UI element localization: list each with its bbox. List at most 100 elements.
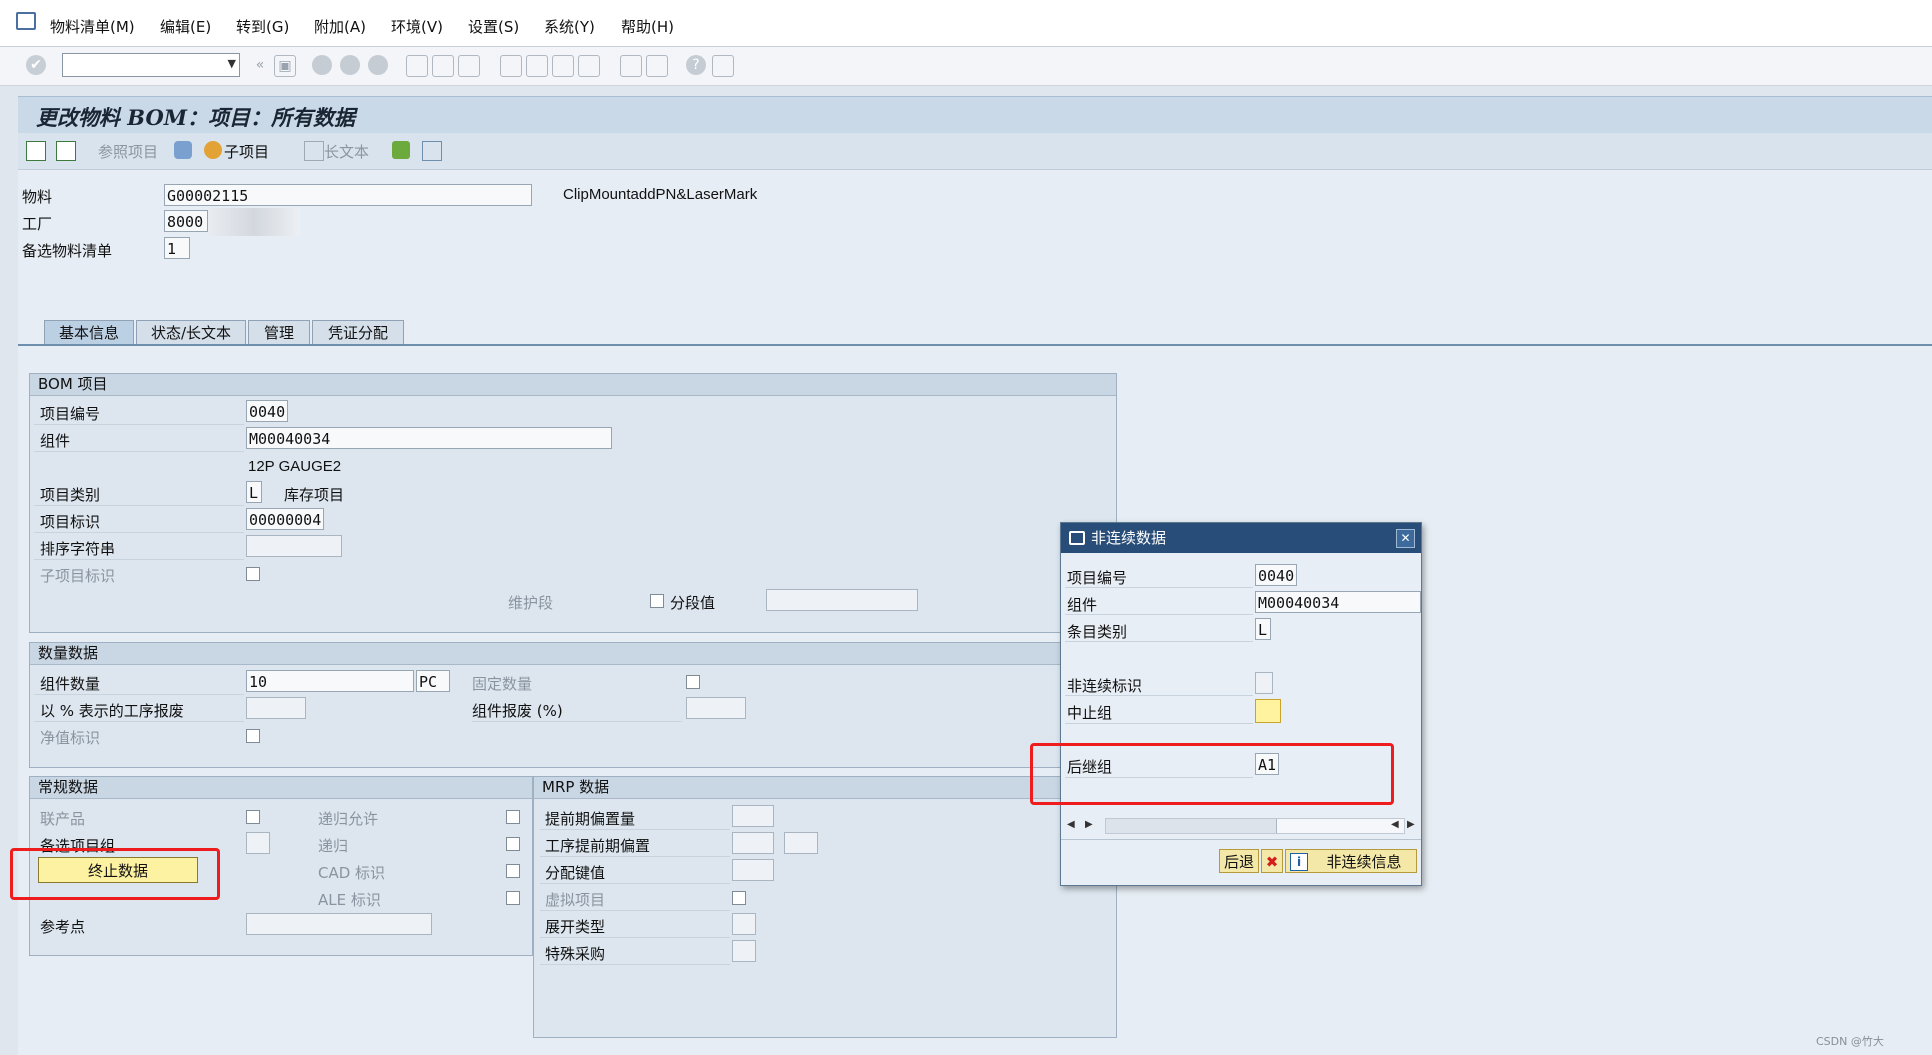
phantom-item-checkbox[interactable] [732,891,746,905]
alt-bom-field[interactable]: 1 [164,237,190,259]
hierarchy-icon[interactable] [174,141,192,159]
op-lead-time-offset-field[interactable] [732,832,774,854]
alt-item-group-field[interactable] [246,832,270,854]
menu-environment[interactable]: 环境(V) [391,16,443,37]
dialog-component-label: 组件 [1067,596,1098,614]
dialog-menu-icon[interactable] [1069,531,1085,545]
menu-edit[interactable]: 编辑(E) [160,16,211,37]
distribution-key-field[interactable] [732,859,774,881]
row-divider [34,424,244,425]
back-button[interactable]: 后退 [1219,849,1259,873]
item-category-field[interactable]: L [246,481,262,503]
menu-help[interactable]: 帮助(H) [621,16,674,37]
long-text-icon[interactable] [304,141,324,161]
coproduct-label: 联产品 [40,810,86,828]
reference-point-field[interactable] [246,913,432,935]
component-field[interactable]: M00040034 [246,427,612,449]
item-no-field[interactable]: 0040 [246,400,288,422]
prev-page-icon[interactable] [526,55,548,77]
first-page-icon[interactable] [500,55,522,77]
cancel-icon[interactable]: ✖ [1261,849,1283,873]
unit-field[interactable]: PC [416,670,450,692]
component-qty-field[interactable]: 10 [246,670,414,692]
exit-icon[interactable] [340,55,360,75]
cancel-icon[interactable] [368,55,388,75]
long-text-button[interactable]: 长文本 [324,141,369,162]
row-divider [34,505,244,506]
sap-menu-icon[interactable] [16,12,36,30]
scroll-end-left-icon[interactable]: ◀ [1391,819,1399,830]
enter-icon[interactable]: ✔ [26,55,46,75]
back-icon[interactable] [312,55,332,75]
recursive-allowed-checkbox[interactable] [506,810,520,824]
new-session-icon[interactable] [620,55,642,77]
highlight-box-discontinue [10,848,220,900]
shortcut-icon[interactable] [646,55,668,77]
tab-status-longtext[interactable]: 状态/长文本 [136,320,246,344]
last-page-icon[interactable] [578,55,600,77]
lead-time-offset-field[interactable] [732,805,774,827]
title-bar: 更改物料 BOM：项目：所有数据 [18,96,1932,133]
menu-system[interactable]: 系统(Y) [544,16,595,37]
recursive-checkbox[interactable] [506,837,520,851]
menu-settings[interactable]: 设置(S) [468,16,519,37]
coproduct-checkbox[interactable] [246,810,260,824]
scroll-end-right-icon[interactable]: ▶ [1407,819,1415,830]
save-icon[interactable]: ▣ [274,55,296,77]
horizontal-scrollbar[interactable] [1105,818,1405,834]
tab-doc-assignment[interactable]: 凭证分配 [312,320,404,344]
scroll-right-icon[interactable]: ▶ [1085,819,1093,830]
close-icon[interactable]: ✕ [1396,529,1415,548]
segment-value-field[interactable] [766,589,918,611]
ale-id-checkbox[interactable] [506,891,520,905]
special-procurement-field[interactable] [732,940,756,962]
component-scrap-field[interactable] [686,697,746,719]
material-field[interactable]: G00002115 [164,184,532,206]
discontinuation-info-button[interactable]: i 非连续信息 [1285,849,1417,873]
scrollbar-thumb[interactable] [1106,819,1277,833]
transfer-icon[interactable] [392,141,410,159]
layout-icon[interactable] [712,55,734,77]
discontinuation-group-field[interactable] [1255,699,1281,723]
sub-item-icon[interactable] [204,141,222,159]
help-icon[interactable]: ? [686,55,706,75]
next-item-icon[interactable] [56,141,76,161]
item-id-field[interactable]: 00000004 [246,508,324,530]
row-divider [540,883,730,884]
menu-extras[interactable]: 附加(A) [314,16,366,37]
row-divider [540,856,730,857]
dialog-component-field[interactable]: M00040034 [1255,591,1421,613]
tab-admin[interactable]: 管理 [248,320,310,344]
next-page-icon[interactable] [552,55,574,77]
op-lead-time-unit-field[interactable] [784,832,818,854]
menu-bom[interactable]: 物料清单(M) [50,16,135,37]
net-id-checkbox[interactable] [246,729,260,743]
row-divider [540,937,730,938]
sub-item-button[interactable]: 子项目 [224,141,269,162]
menu-goto[interactable]: 转到(G) [236,16,289,37]
find-icon[interactable] [432,55,454,77]
row-divider [34,532,244,533]
find-next-icon[interactable] [458,55,480,77]
sort-string-field[interactable] [246,535,342,557]
segment-value-checkbox[interactable] [650,594,664,608]
command-field[interactable]: ▼ [62,53,240,77]
dialog-item-category-field[interactable]: L [1255,618,1271,640]
previous-item-icon[interactable] [26,141,46,161]
plant-field[interactable]: 8000 [164,210,208,232]
op-scrap-field[interactable] [246,697,306,719]
fixed-qty-checkbox[interactable] [686,675,700,689]
discontinuation-id-field[interactable] [1255,672,1273,694]
explosion-type-label: 展开类型 [545,918,606,936]
print-icon[interactable] [406,55,428,77]
explosion-type-field[interactable] [732,913,756,935]
row-divider [540,964,730,965]
sub-item-flag-checkbox[interactable] [246,567,260,581]
ref-item-button[interactable]: 参照项目 [98,141,158,162]
dialog-item-no-field[interactable]: 0040 [1255,564,1297,586]
tab-basic-data[interactable]: 基本信息 [44,320,134,344]
structure-icon[interactable] [422,141,442,161]
chevron-down-icon[interactable]: ▼ [228,57,236,70]
scroll-left-icon[interactable]: ◀ [1067,819,1075,830]
cad-id-checkbox[interactable] [506,864,520,878]
